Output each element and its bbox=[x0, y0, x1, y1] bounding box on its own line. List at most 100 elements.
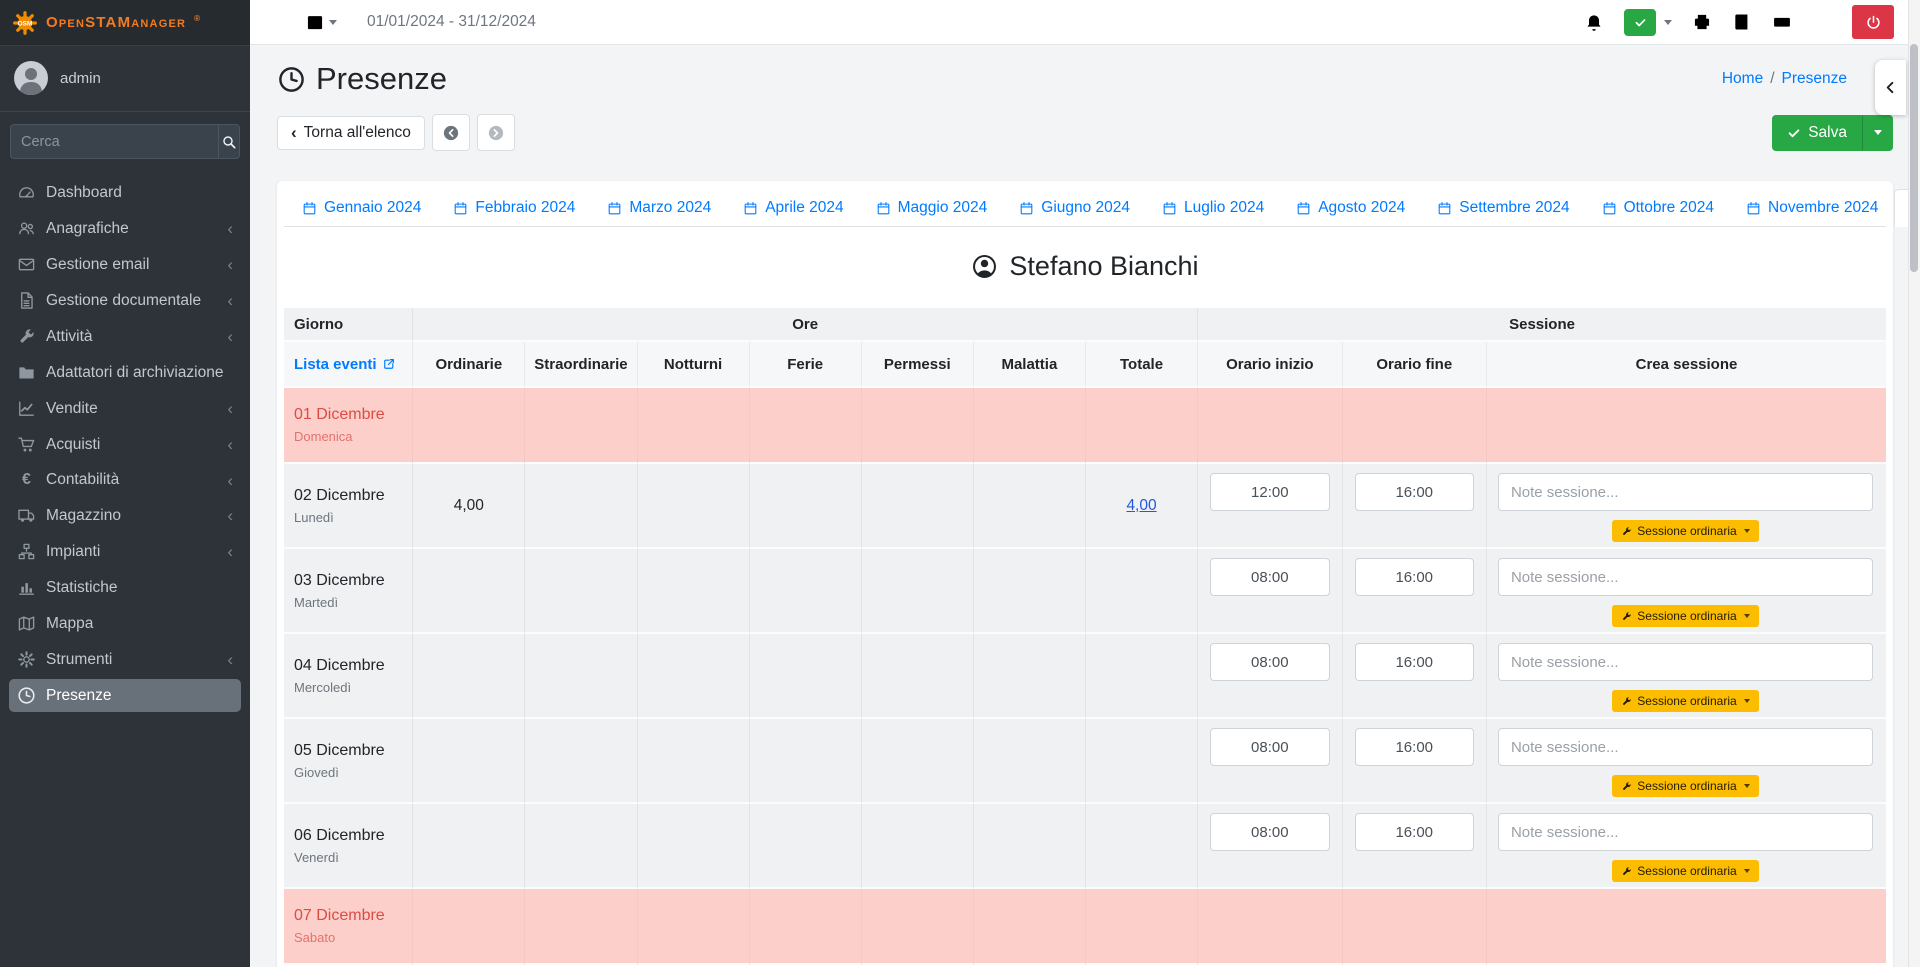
sidebar-item-acquisti[interactable]: Acquisti ‹ bbox=[9, 428, 241, 461]
orario-inizio-input[interactable] bbox=[1210, 643, 1330, 681]
sidebar-item-gestione-documentale[interactable]: Gestione documentale ‹ bbox=[9, 284, 241, 317]
svg-text:OSM: OSM bbox=[18, 20, 33, 27]
sidebar-item-vendite[interactable]: Vendite ‹ bbox=[9, 392, 241, 425]
tab-novembre-2024[interactable]: Novembre 2024 bbox=[1730, 189, 1894, 227]
back-to-list-button[interactable]: ‹ Torna all'elenco bbox=[277, 115, 425, 150]
search-button[interactable] bbox=[218, 124, 240, 159]
sidebar-item-dashboard[interactable]: Dashboard bbox=[9, 176, 241, 209]
orario-fine-input[interactable] bbox=[1354, 643, 1474, 681]
tab-aprile-2024[interactable]: Aprile 2024 bbox=[727, 189, 859, 227]
orario-fine-input[interactable] bbox=[1354, 728, 1474, 766]
calendar-icon bbox=[1162, 201, 1177, 216]
chevron-left-icon: ‹ bbox=[227, 506, 233, 525]
save-dropdown-toggle[interactable] bbox=[1862, 114, 1893, 151]
next-record-button[interactable] bbox=[476, 114, 515, 151]
lista-eventi-link[interactable]: Lista eventi bbox=[294, 356, 396, 373]
straordinarie-cell bbox=[525, 719, 638, 804]
tab-luglio-2024[interactable]: Luglio 2024 bbox=[1146, 189, 1280, 227]
orario-fine-input[interactable] bbox=[1354, 473, 1474, 511]
tab-settembre-2024[interactable]: Settembre 2024 bbox=[1421, 189, 1585, 227]
tab-agosto-2024[interactable]: Agosto 2024 bbox=[1280, 189, 1421, 227]
weekday-label: Martedì bbox=[294, 594, 339, 610]
calendar-dropdown[interactable] bbox=[305, 12, 337, 32]
crea-sessione-button[interactable]: Sessione ordinaria bbox=[1612, 605, 1759, 627]
scrollbar-track[interactable] bbox=[1908, 0, 1920, 967]
totale-link[interactable]: 4,00 bbox=[1126, 497, 1156, 514]
tab-ottobre-2024[interactable]: Ottobre 2024 bbox=[1586, 189, 1730, 227]
orario-inizio-input[interactable] bbox=[1210, 558, 1330, 596]
chevron-left-icon: ‹ bbox=[227, 255, 233, 274]
sidebar-item-statistiche[interactable]: Statistiche bbox=[9, 571, 241, 604]
sidebar-item-presenze[interactable]: Presenze bbox=[9, 679, 241, 712]
topbar: 01/01/2024 - 31/12/2024 bbox=[250, 0, 1920, 45]
orario-inizio-input[interactable] bbox=[1210, 473, 1330, 511]
ordinarie-header: Ordinarie bbox=[413, 342, 526, 388]
ferie-header: Ferie bbox=[749, 342, 862, 388]
previous-record-button[interactable] bbox=[431, 114, 470, 151]
note-sessione-input[interactable] bbox=[1497, 813, 1873, 851]
orario-fine-cell bbox=[1342, 388, 1487, 464]
search-input[interactable] bbox=[10, 124, 218, 159]
ordinarie-cell bbox=[413, 719, 526, 804]
straordinarie-cell bbox=[525, 804, 638, 889]
sidebar-menu: Dashboard Anagrafiche ‹ Gestione email ‹… bbox=[0, 167, 250, 967]
sidebar-item-impianti[interactable]: Impianti ‹ bbox=[9, 535, 241, 568]
tab-gennaio-2024[interactable]: Gennaio 2024 bbox=[286, 189, 437, 227]
sidebar-item-strumenti[interactable]: Strumenti ‹ bbox=[9, 643, 241, 676]
tasks-check-dropdown[interactable] bbox=[1624, 8, 1672, 36]
orario-inizio-input[interactable] bbox=[1210, 728, 1330, 766]
keyboard-shortcuts-icon[interactable] bbox=[1772, 12, 1792, 32]
breadcrumb-home-link[interactable]: Home bbox=[1722, 70, 1763, 88]
totale-cell bbox=[1085, 634, 1199, 719]
giorno-cell: 03 Dicembre Martedì bbox=[284, 549, 414, 634]
sidebar-item-magazzino[interactable]: Magazzino ‹ bbox=[9, 499, 241, 532]
crea-sessione-button[interactable]: Sessione ordinaria bbox=[1612, 690, 1759, 712]
logout-power-button[interactable] bbox=[1852, 5, 1894, 39]
crea-sessione-cell: Sessione ordinaria bbox=[1486, 719, 1886, 804]
orario-fine-cell bbox=[1342, 804, 1487, 889]
crea-sessione-button[interactable]: Sessione ordinaria bbox=[1612, 520, 1759, 542]
note-sessione-input[interactable] bbox=[1497, 728, 1873, 766]
tab-maggio-2024[interactable]: Maggio 2024 bbox=[860, 189, 1004, 227]
user-panel: admin bbox=[0, 45, 250, 112]
orario-fine-input[interactable] bbox=[1354, 813, 1474, 851]
scrollbar-thumb[interactable] bbox=[1910, 44, 1918, 272]
permessi-cell bbox=[861, 464, 974, 549]
tab-febbraio-2024[interactable]: Febbraio 2024 bbox=[437, 189, 591, 227]
printer-icon[interactable] bbox=[1692, 12, 1712, 32]
giorno-cell: 06 Dicembre Venerdì bbox=[284, 804, 414, 889]
tasks-check-button[interactable] bbox=[1624, 8, 1656, 36]
sidebar-item-contabilita[interactable]: € Contabilità ‹ bbox=[9, 464, 241, 496]
sidebar-item-anagrafiche[interactable]: Anagrafiche ‹ bbox=[9, 212, 241, 245]
sidebar-item-adattatori-di-archiviazione[interactable]: Adattatori di archiviazione bbox=[9, 356, 241, 389]
ferie-cell bbox=[749, 804, 862, 889]
weekday-label: Mercoledì bbox=[294, 679, 352, 695]
giorno-cell: 07 Dicembre Sabato bbox=[284, 889, 414, 965]
tab-marzo-2024[interactable]: Marzo 2024 bbox=[591, 189, 727, 227]
note-sessione-input[interactable] bbox=[1497, 643, 1873, 681]
sidebar-item-mappa[interactable]: Mappa bbox=[9, 607, 241, 640]
tab-giugno-2024[interactable]: Giugno 2024 bbox=[1003, 189, 1146, 227]
breadcrumb-presenze-link[interactable]: Presenze bbox=[1782, 70, 1847, 88]
orario-inizio-input[interactable] bbox=[1210, 813, 1330, 851]
collapse-panel-button[interactable] bbox=[1875, 60, 1906, 115]
bell-icon[interactable] bbox=[1584, 12, 1604, 32]
info-icon[interactable] bbox=[1812, 12, 1832, 32]
brand[interactable]: OSM OpenSTAManager ® bbox=[0, 0, 250, 45]
crea-sessione-button[interactable]: Sessione ordinaria bbox=[1612, 775, 1759, 797]
table-group-header-row: Giorno Ore Sessione bbox=[284, 308, 1886, 342]
sidebar-item-attivita[interactable]: Attività ‹ bbox=[9, 320, 241, 353]
chevron-left-icon: ‹ bbox=[291, 123, 297, 142]
hamburger-menu-icon[interactable] bbox=[267, 12, 287, 32]
table-column-header-row: Lista eventi Ordinarie Straordinarie Not… bbox=[284, 342, 1886, 388]
note-sessione-input[interactable] bbox=[1497, 473, 1873, 511]
note-sessione-input[interactable] bbox=[1497, 558, 1873, 596]
save-button[interactable]: Salva bbox=[1772, 114, 1862, 151]
totale-cell bbox=[1085, 804, 1199, 889]
orario-inizio-cell bbox=[1198, 549, 1343, 634]
sidebar-item-gestione-email[interactable]: Gestione email ‹ bbox=[9, 248, 241, 281]
orario-fine-input[interactable] bbox=[1354, 558, 1474, 596]
manual-book-icon[interactable] bbox=[1732, 12, 1752, 32]
date-range[interactable]: 01/01/2024 - 31/12/2024 bbox=[367, 13, 536, 31]
crea-sessione-button[interactable]: Sessione ordinaria bbox=[1612, 860, 1759, 882]
